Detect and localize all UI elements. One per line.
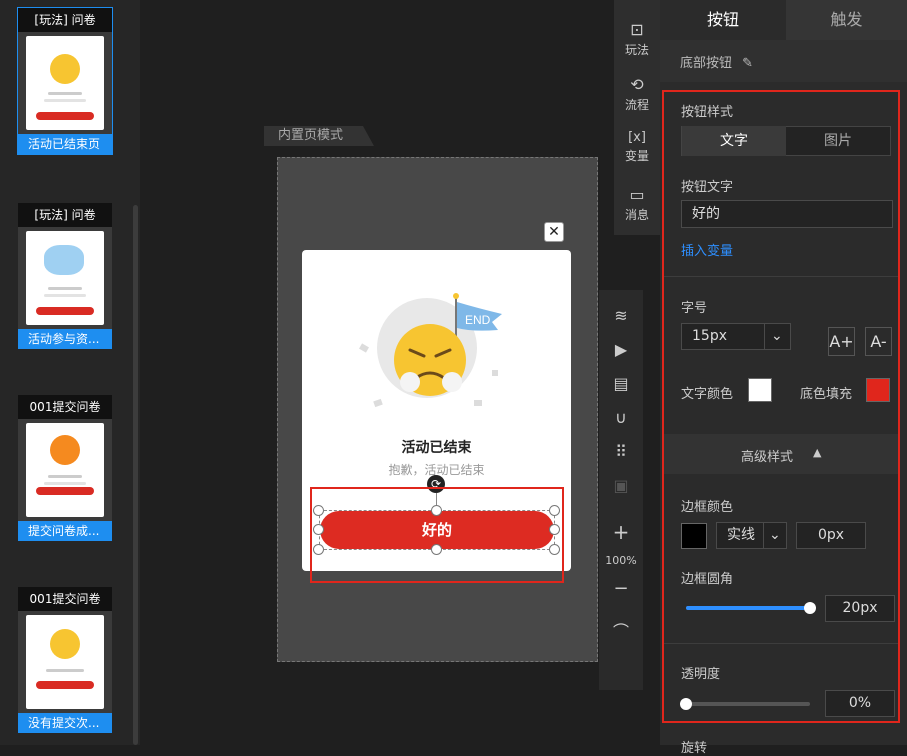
thumbnail-caption: 活动已结束页 [18, 134, 112, 154]
gameplay-icon: ⊡ [630, 20, 644, 39]
thumbnail-preview [18, 32, 112, 134]
thumbnail-preview [18, 227, 112, 329]
thumbnail-button [36, 307, 94, 315]
thumbnail-caption: 提交问卷成... [18, 521, 112, 541]
sad-sun-icon [50, 629, 80, 659]
end-flag-label: END [465, 313, 491, 327]
flow-icon: ⟲ [630, 75, 644, 94]
menu-label: 流程 [624, 98, 649, 112]
thumbnail-page-1[interactable]: [玩法] 问卷 活动已结束页 [17, 7, 113, 155]
activity-ended-illustration: END [359, 293, 502, 408]
variable-icon: [x] [628, 130, 646, 145]
film-icon[interactable]: ▤ [599, 374, 643, 393]
thumbnail-button [36, 681, 94, 689]
thumbnail-title: 001提交问卷 [18, 587, 112, 611]
canvas-toolbar: ≋ ▶ ▤ ∪ ⠿ ▣ + 100% − ⌒ [599, 290, 643, 690]
section-title[interactable]: 底部按钮 ✎ [680, 52, 753, 71]
menu-gameplay[interactable]: ⊡ 玩法 [614, 20, 660, 58]
tab-button[interactable]: 按钮 [660, 0, 786, 40]
zoom-in-icon[interactable]: + [599, 520, 643, 544]
thumbnail-scrollbar[interactable] [133, 205, 138, 745]
angry-sun-icon [50, 54, 80, 84]
happy-sun-icon [50, 435, 80, 465]
highlight-box-button [310, 487, 564, 583]
menu-label: 玩法 [624, 43, 649, 57]
thumbnail-button [36, 487, 94, 495]
grid-icon[interactable]: ⠿ [599, 442, 643, 461]
thumbnail-title: 001提交问卷 [18, 395, 112, 419]
close-icon[interactable]: ✕ [544, 222, 564, 242]
highlight-box-style-settings [662, 90, 900, 723]
thumbnail-page-4[interactable]: 001提交问卷 没有提交次... [18, 587, 112, 733]
magnet-icon[interactable]: ∪ [599, 408, 643, 427]
thumbnail-preview [18, 611, 112, 713]
thumbnail-caption: 没有提交次... [18, 713, 112, 733]
thumbnail-page-3[interactable]: 001提交问卷 提交问卷成... [18, 395, 112, 541]
thumbnail-title: [玩法] 问卷 [18, 8, 112, 32]
menu-variables[interactable]: [x] 变量 [614, 130, 660, 164]
tab-trigger[interactable]: 触发 [786, 0, 907, 40]
feature-menu: ⊡ 玩法 ⟲ 流程 [x] 变量 ▭ 消息 [614, 0, 660, 235]
menu-flow[interactable]: ⟲ 流程 [614, 75, 660, 113]
play-icon[interactable]: ▶ [599, 340, 643, 359]
zoom-out-icon[interactable]: − [599, 578, 643, 599]
section-title-text: 底部按钮 [680, 56, 733, 71]
headset-icon[interactable]: ⌒ [599, 618, 643, 642]
menu-messages[interactable]: ▭ 消息 [614, 185, 660, 223]
thumbnail-preview [18, 419, 112, 521]
thumbnail-title: [玩法] 问卷 [18, 203, 112, 227]
message-icon: ▭ [629, 185, 645, 204]
thumbnail-caption: 活动参与资... [18, 329, 112, 349]
page-thumbnail-list: [玩法] 问卷 活动已结束页 [玩法] 问卷 活动参与资... 001提交问卷 [0, 0, 140, 745]
character-illustration-icon [44, 245, 84, 275]
rotate-label: 旋转 [681, 741, 708, 756]
thumbnail-page-2[interactable]: [玩法] 问卷 活动参与资... [18, 203, 112, 349]
edit-pencil-icon[interactable]: ✎ [742, 56, 753, 71]
menu-label: 消息 [624, 208, 649, 222]
popup-title: 活动已结束 [401, 440, 472, 456]
menu-label: 变量 [624, 149, 649, 163]
image-icon[interactable]: ▣ [599, 476, 643, 495]
thumbnail-button [36, 112, 94, 120]
layers-icon[interactable]: ≋ [599, 306, 643, 325]
zoom-level: 100% [605, 554, 637, 567]
builtin-page-mode-tab[interactable]: 内置页模式 [264, 126, 374, 146]
